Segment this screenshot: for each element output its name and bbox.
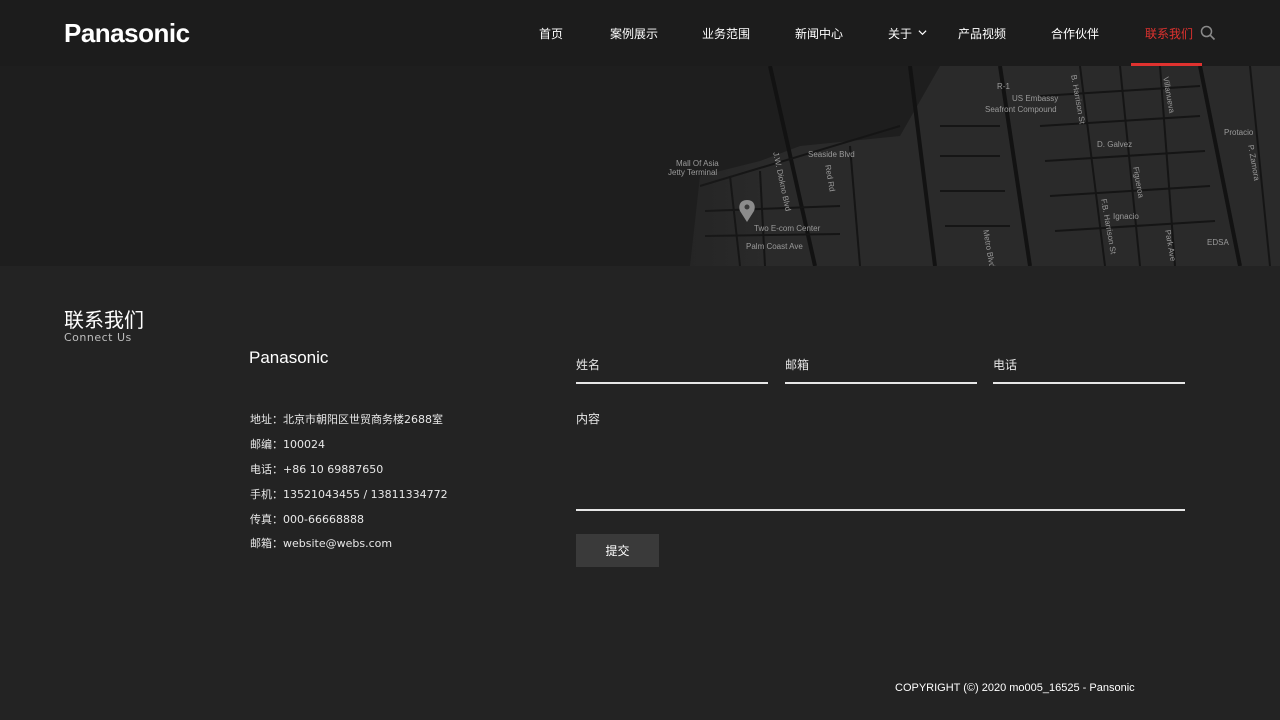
site-header: Panasonic 首页 案例展示 业务范围 新闻中心 关于 产品视频 合作伙伴… xyxy=(0,0,1280,66)
map-label: Mall Of Asia xyxy=(676,159,719,168)
submit-button[interactable]: 提交 xyxy=(576,534,659,567)
nav-item-news[interactable]: 新闻中心 xyxy=(795,25,843,42)
map-graphic xyxy=(0,66,1280,266)
map-label: Seaside Blvd xyxy=(808,150,855,159)
nav-item-partners[interactable]: 合作伙伴 xyxy=(1051,25,1099,42)
name-field-wrapper xyxy=(576,348,768,384)
email-input[interactable] xyxy=(785,348,977,382)
section-subtitle: Connect Us xyxy=(64,331,132,344)
map-banner[interactable]: US Embassy Seafront Compound Mall Of Asi… xyxy=(0,66,1280,266)
map-label: EDSA xyxy=(1207,238,1229,247)
nav-item-contact[interactable]: 联系我们 xyxy=(1145,25,1193,42)
fax-line: 传真：000-66668888 xyxy=(250,513,364,526)
nav-item-videos[interactable]: 产品视频 xyxy=(958,25,1006,42)
map-label: Palm Coast Ave xyxy=(746,242,803,251)
map-label: Seafront Compound xyxy=(985,105,1057,114)
nav-item-business[interactable]: 业务范围 xyxy=(702,25,750,42)
address-line: 地址：北京市朝阳区世贸商务楼2688室 xyxy=(250,413,443,426)
copyright-text: COPYRIGHT (©) 2020 mo005_16525 - Pansoni… xyxy=(895,682,1135,694)
search-icon[interactable] xyxy=(1200,25,1216,41)
mobile-line: 手机：13521043455 / 13811334772 xyxy=(250,488,448,501)
email-line: 邮箱：website@webs.com xyxy=(250,537,393,550)
nav-item-home[interactable]: 首页 xyxy=(539,25,563,42)
nav-item-cases[interactable]: 案例展示 xyxy=(610,25,658,42)
map-label: Two E-com Center xyxy=(754,224,821,233)
phone-field-wrapper xyxy=(993,348,1185,384)
map-label: US Embassy xyxy=(1012,94,1059,103)
phone-input[interactable] xyxy=(993,348,1185,382)
section-title: 联系我们 xyxy=(64,308,144,332)
company-name: Panasonic xyxy=(249,348,329,367)
map-label: Jetty Terminal xyxy=(668,168,718,177)
chevron-down-icon[interactable] xyxy=(918,28,927,37)
map-label: D. Galvez xyxy=(1097,140,1133,149)
logo[interactable]: Panasonic xyxy=(64,18,190,49)
message-field-wrapper xyxy=(576,410,1185,511)
email-field-wrapper xyxy=(785,348,977,384)
postcode-line: 邮编：100024 xyxy=(250,438,325,451)
name-input[interactable] xyxy=(576,348,768,382)
map-label: R-1 xyxy=(997,82,1010,91)
message-textarea[interactable] xyxy=(576,410,1185,509)
nav-item-about[interactable]: 关于 xyxy=(888,25,912,42)
map-label: Ignacio xyxy=(1113,212,1139,221)
phone-line: 电话：+86 10 69887650 xyxy=(250,463,384,476)
map-label: Protacio xyxy=(1224,128,1254,137)
